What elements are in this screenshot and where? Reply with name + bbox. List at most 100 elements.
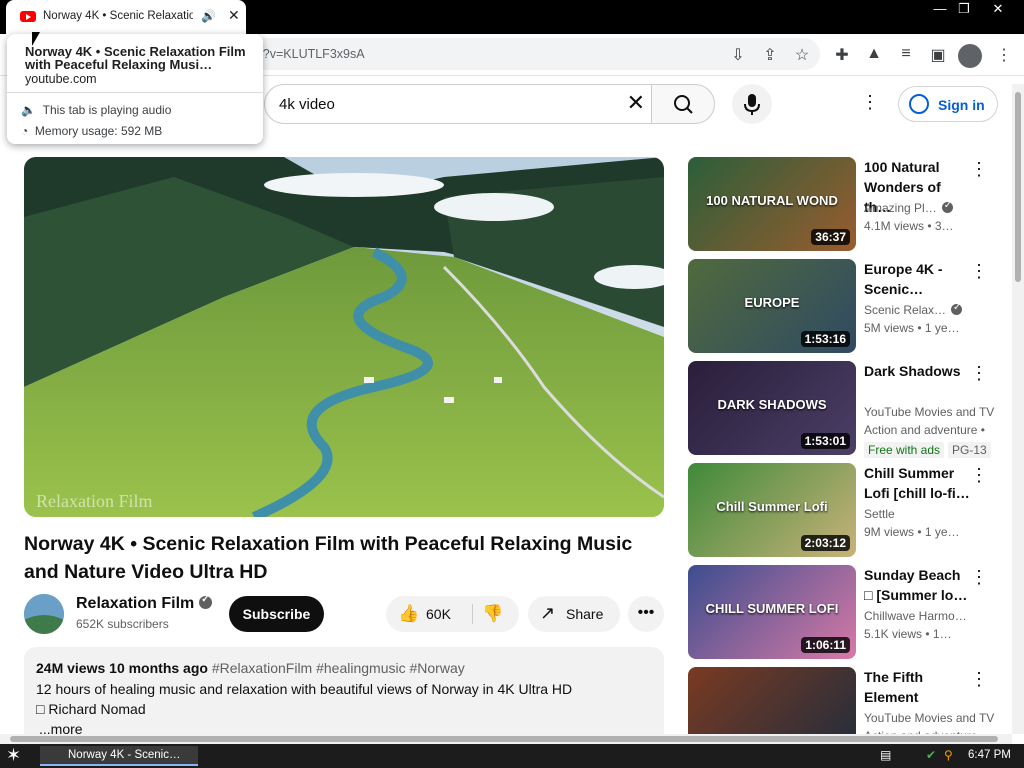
recommendation-title[interactable]: The Fifth Element [864,667,970,707]
recommendation-menu-icon[interactable]: ⋮ [970,465,988,486]
recommendation-channel: YouTube Movies and TV [864,405,1004,419]
like-icon[interactable]: 👍 [398,604,419,624]
verified-icon [199,594,213,609]
duration-badge: 36:37 [811,229,850,245]
like-dislike-group: 👍 60K 👎 [386,596,519,632]
vertical-scroll-thumb[interactable] [1015,92,1021,282]
recommendation-thumbnail[interactable]: Chill Summer Lofi 2:03:12 [688,463,856,557]
browser-tabstrip: Norway 4K • Scenic Relaxation 🔊 ✕ — ❐ ✕ [0,0,1024,34]
duration-badge: 2:03:12 [800,535,850,551]
install-icon[interactable]: ⇩ [728,45,748,65]
recommendation-card[interactable]: CHILL SUMMER LOFI 1:06:11 Sunday Beach □ [… [688,565,1008,659]
channel-avatar[interactable] [24,594,64,634]
thumbnail-overlay-text: Chill Summer Lofi [716,499,828,514]
sign-in-label: Sign in [938,97,985,113]
search-input[interactable]: 4k video ✕ [264,84,652,124]
start-icon[interactable]: ✶ [6,745,21,766]
vertical-scrollbar[interactable] [1012,84,1024,734]
bookmark-star-icon[interactable]: ☆ [792,45,812,65]
tab-title: Norway 4K • Scenic Relaxation [43,10,193,22]
hovercard-divider [7,92,263,93]
recommendation-channel-text: Chillwave Harmo… [864,609,967,623]
taskbar-window-button[interactable]: Norway 4K - Scenic… [40,746,198,766]
recommendation-title[interactable]: Sunday Beach □ [Summer lo… [864,565,970,605]
subscriber-count: 652K subscribers [76,617,169,631]
description-line: □ Richard Nomad [36,701,146,717]
hovercard-audio-text: This tab is playing audio [42,103,172,117]
recommendation-badge: PG-13 [948,442,991,458]
recommendation-title[interactable]: Europe 4K - Scenic… [864,259,970,299]
video-watermark: Relaxation Film [36,491,153,511]
recommendation-thumbnail[interactable]: DARK SHADOWS 1:53:01 [688,361,856,455]
speaker-small-icon: 🔈 [21,103,36,117]
sign-in-button[interactable]: Sign in [898,86,998,122]
media-control-icon[interactable]: ≡ [896,45,916,63]
share-button[interactable]: ↗ Share [528,596,620,632]
memory-icon: ◔ [21,124,29,138]
recommendation-card[interactable]: EUROPE 1:53:16 Europe 4K - Scenic… Scenic R… [688,259,1008,353]
extensions-icon[interactable]: ✚ [832,45,852,65]
recommendation-meta: 5M views • 1 ye… [864,321,960,335]
settings-kebab-icon[interactable]: ⋮ [860,92,880,113]
recommendation-menu-icon[interactable]: ⋮ [970,159,988,180]
close-tab-icon[interactable]: ✕ [228,7,240,24]
recommendation-thumbnail[interactable]: CHILL SUMMER LOFI 1:06:11 [688,565,856,659]
speaker-icon[interactable]: 🔊 [201,9,216,23]
recommendation-card[interactable]: DARK SHADOWS 1:53:01 Dark Shadows YouTube M… [688,361,1008,458]
recommendation-meta: 9M views • 1 ye… [864,525,960,539]
recommendation-thumbnail[interactable]: 100 NATURAL WOND 36:37 [688,157,856,251]
verified-icon [941,201,953,213]
recommendation-title[interactable]: Dark Shadows [864,361,970,381]
chrome-menu-icon[interactable]: ⋮ [994,45,1014,65]
recommendation-channel-text: Amazing Pl… [864,201,937,215]
horizontal-scrollbar[interactable] [0,734,1012,744]
search-button[interactable] [651,84,715,124]
recommendation-menu-icon[interactable]: ⋮ [970,567,988,588]
like-divider [472,604,473,624]
like-count[interactable]: 60K [426,606,451,622]
channel-name[interactable]: Relaxation Film [76,594,213,613]
share-label: Share [566,606,604,622]
recommendation-menu-icon[interactable]: ⋮ [970,261,988,282]
recommendation-card[interactable]: 100 NATURAL WOND 36:37 100 Natural Wonders… [688,157,1008,251]
video-player[interactable]: Relaxation Film [24,157,664,517]
keyboard-icon[interactable]: ▤ [880,748,891,762]
recommendation-menu-icon[interactable]: ⋮ [970,669,988,690]
channel-name-text: Relaxation Film [76,595,195,612]
description-box[interactable]: 24M views 10 months ago #RelaxationFilm … [24,647,664,747]
share-page-icon[interactable]: ⇪ [760,45,780,65]
recommendation-meta: Action and adventure • [864,423,985,437]
side-panel-icon[interactable]: ▣ [928,45,948,65]
hovercard-title: Norway 4K • Scenic Relaxation Film with … [25,44,246,72]
share-icon: ↗ [540,603,556,623]
close-window-button[interactable]: ✕ [982,0,1014,20]
restore-button[interactable]: ❐ [948,0,980,20]
recommendation-card[interactable]: Chill Summer Lofi 2:03:12 Chill Summer Lof… [688,463,1008,557]
subscribe-button[interactable]: Subscribe [229,596,324,632]
search-tray-icon[interactable]: ⚲ [944,748,953,762]
network-icon[interactable]: ✔ [926,748,936,762]
dislike-icon[interactable]: 👎 [482,604,503,624]
search-value: 4k video [279,96,335,113]
recommendation-thumbnail[interactable]: EUROPE 1:53:16 [688,259,856,353]
recommendation-channel-text: Scenic Relax… [864,303,947,317]
recommendation-menu-icon[interactable]: ⋮ [970,363,988,384]
thumbnail-overlay-text: EUROPE [744,295,800,310]
clear-search-icon[interactable]: ✕ [627,90,645,116]
labs-icon[interactable]: ▲ [864,45,884,63]
profile-avatar-icon[interactable] [958,44,982,68]
voice-search-button[interactable] [732,84,772,124]
recommendation-channel: Amazing Pl… [864,201,1004,215]
browser-tab[interactable]: Norway 4K • Scenic Relaxation 🔊 ✕ [6,0,246,34]
views-date: 24M views 10 months ago [36,660,208,676]
mouse-cursor-icon [32,32,40,46]
hovercard-audio: 🔈 This tab is playing audio [21,103,171,117]
hashtags[interactable]: #RelaxationFilm #healingmusic #Norway [212,660,465,676]
duration-badge: 1:53:01 [800,433,850,449]
recommendation-channel-text: Settle [864,507,895,521]
recommendation-title[interactable]: Chill Summer Lofi [chill lo-fi… [864,463,970,503]
horizontal-scroll-thumb[interactable] [10,736,998,742]
channel-avatar-image [24,594,64,634]
recommendation-channel: Settle [864,507,1004,521]
more-actions-button[interactable]: ••• [628,596,664,632]
